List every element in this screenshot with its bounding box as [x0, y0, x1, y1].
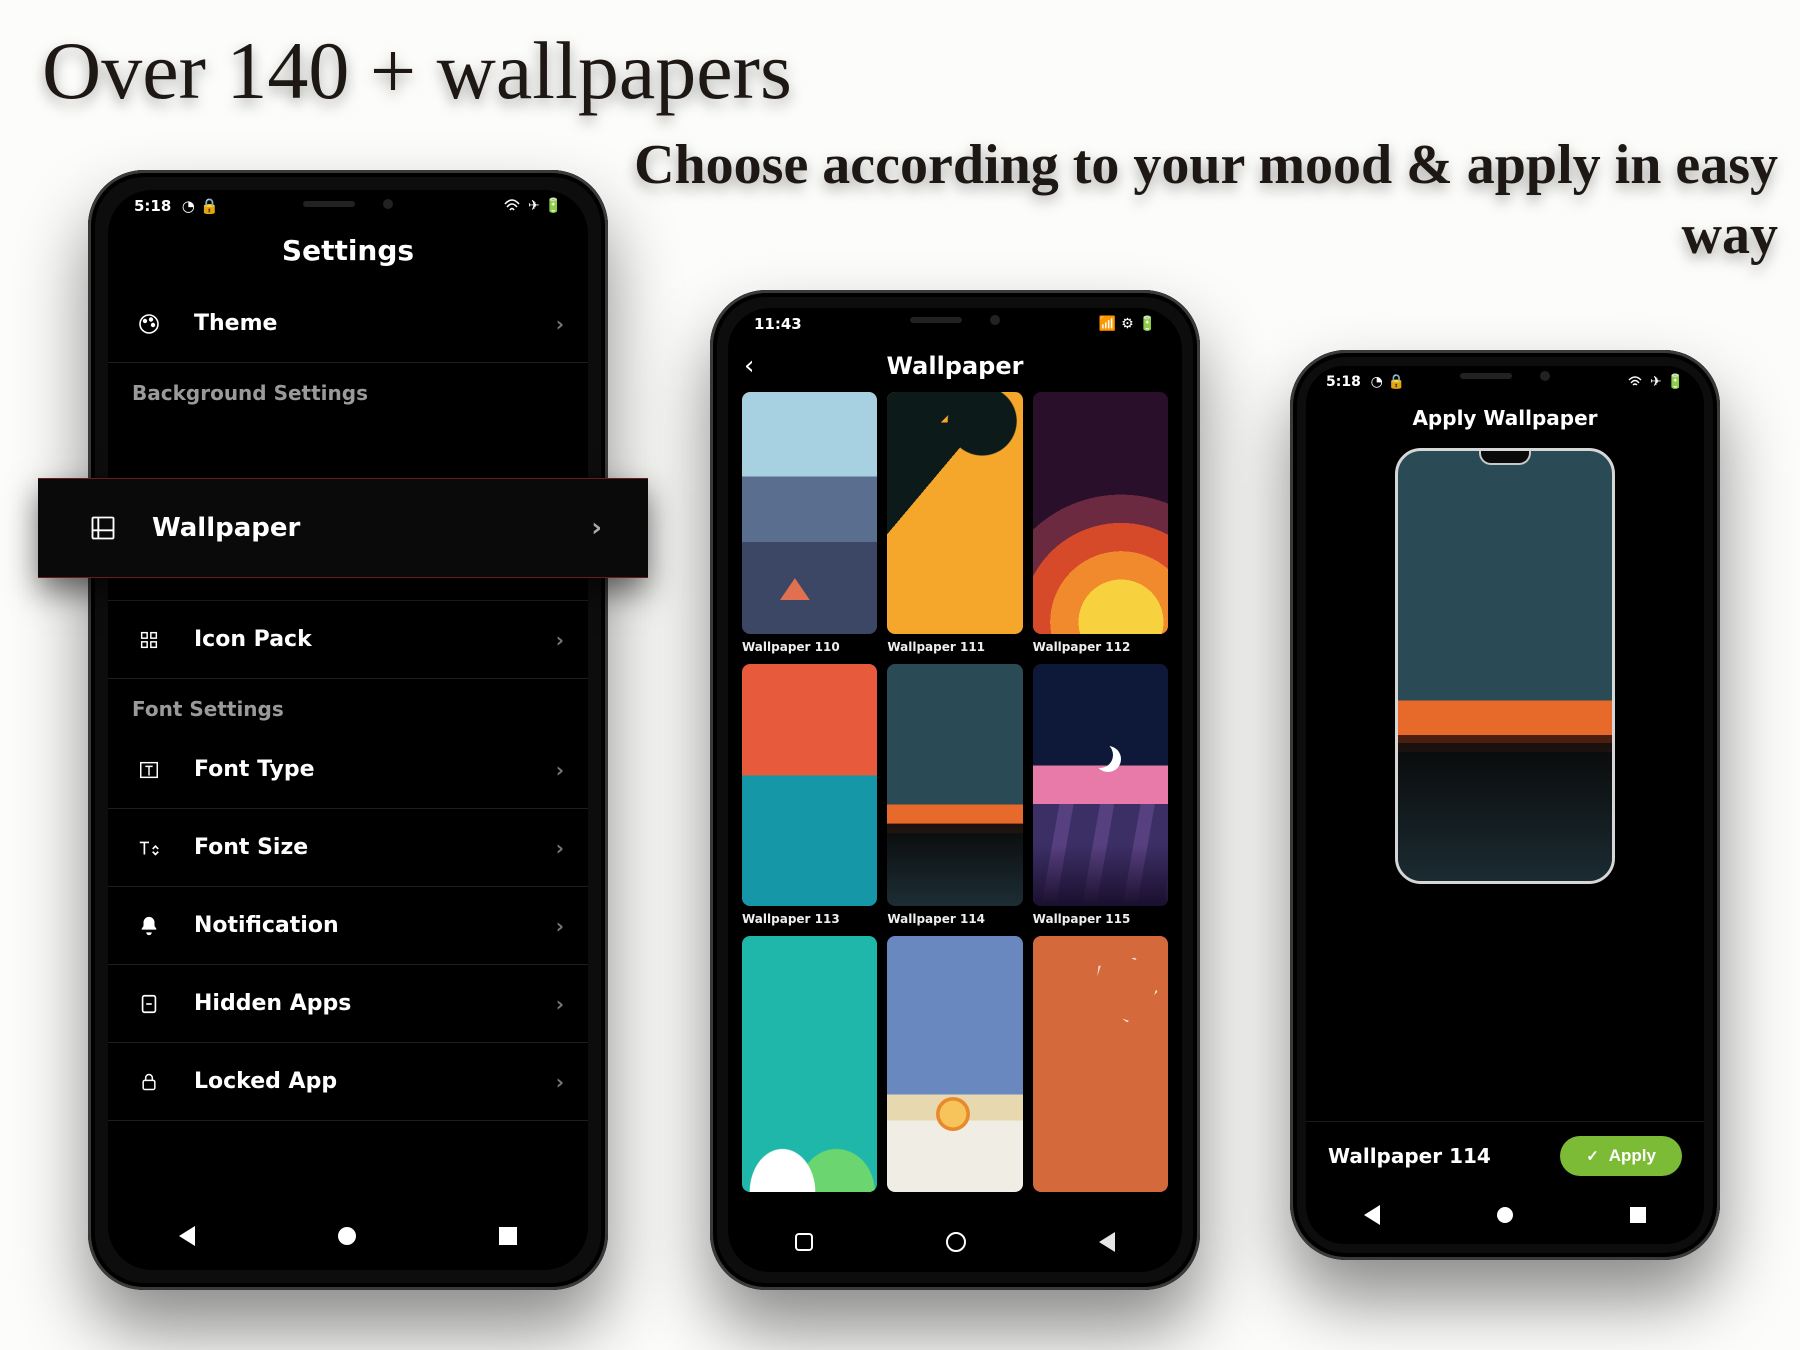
- android-navbar: [108, 1202, 588, 1270]
- wallpaper-thumb: [887, 936, 1022, 1192]
- wallpaper-thumb: [742, 392, 877, 634]
- row-wallpaper-highlighted[interactable]: Wallpaper ›: [38, 478, 648, 578]
- wallpaper-icon: [84, 514, 122, 542]
- phone-settings: 5:18 ◔ 🔒 ✈ 🔋 Settings Theme › Background…: [88, 170, 608, 1290]
- chevron-right-icon: ›: [556, 914, 564, 938]
- row-label: Notification: [194, 913, 339, 938]
- status-left-icons: ◔ 🔒: [1371, 374, 1406, 390]
- chevron-right-icon: ›: [556, 758, 564, 782]
- chevron-right-icon: ›: [556, 836, 564, 860]
- wallpaper-thumb: [742, 664, 877, 906]
- android-navbar: [728, 1212, 1182, 1272]
- nav-home-icon[interactable]: [338, 1227, 356, 1245]
- nav-back-icon[interactable]: [1364, 1205, 1380, 1225]
- wifi-icon: [1628, 376, 1642, 388]
- marketing-headline: Over 140 + wallpapers: [42, 24, 792, 118]
- android-navbar: [1306, 1186, 1704, 1244]
- page-title: Wallpaper: [744, 352, 1166, 380]
- section-background: Background Settings: [108, 363, 588, 415]
- preview-notch: [1479, 451, 1531, 465]
- wallpaper-card[interactable]: [1033, 936, 1168, 1198]
- phone-apply-wallpaper: 5:18 ◔ 🔒 ✈ 🔋 Apply Wallpaper Wallpaper 1…: [1290, 350, 1720, 1260]
- status-right-icons: ✈ 🔋: [1650, 374, 1684, 390]
- notch: [258, 190, 438, 218]
- palette-icon: [132, 312, 166, 336]
- selected-wallpaper-name: Wallpaper 114: [1328, 1144, 1491, 1168]
- row-label: Font Size: [194, 835, 308, 860]
- wallpaper-thumb: [887, 392, 1022, 634]
- chevron-right-icon: ›: [556, 1070, 564, 1094]
- wallpaper-grid: Wallpaper 110 Wallpaper 111 Wallpaper 11…: [728, 392, 1182, 1212]
- row-locked[interactable]: Locked App ›: [108, 1043, 588, 1121]
- row-theme[interactable]: Theme ›: [108, 285, 588, 363]
- wallpaper-thumb: [1033, 392, 1168, 634]
- wallpaper-card[interactable]: [887, 936, 1022, 1198]
- status-time: 11:43: [754, 315, 802, 333]
- chevron-right-icon: ›: [556, 312, 564, 336]
- nav-recents-icon[interactable]: [499, 1227, 517, 1245]
- row-label: Hidden Apps: [194, 991, 351, 1016]
- status-right-icons: 📶 ⚙ 🔋: [1099, 316, 1156, 332]
- status-time: 5:18: [134, 197, 171, 215]
- wallpaper-label: Wallpaper 110: [742, 640, 877, 654]
- row-iconpack[interactable]: Icon Pack ›: [108, 601, 588, 679]
- row-label: Font Type: [194, 757, 315, 782]
- row-label: Theme: [194, 311, 277, 336]
- wallpaper-preview: [1395, 448, 1615, 884]
- lock-icon: [132, 1071, 166, 1093]
- apply-button[interactable]: ✓ Apply: [1560, 1136, 1682, 1176]
- chevron-right-icon: ›: [556, 992, 564, 1016]
- wallpaper-card[interactable]: Wallpaper 115: [1033, 664, 1168, 926]
- page-title: Apply Wallpaper: [1306, 398, 1704, 444]
- wallpaper-thumb: [1033, 664, 1168, 906]
- wallpaper-card[interactable]: Wallpaper 113: [742, 664, 877, 926]
- notch: [880, 308, 1030, 332]
- check-icon: ✓: [1586, 1147, 1599, 1165]
- wallpaper-card[interactable]: Wallpaper 112: [1033, 392, 1168, 654]
- row-label: Wallpaper: [152, 513, 300, 543]
- nav-recents-icon[interactable]: [795, 1233, 813, 1251]
- bell-icon: [132, 915, 166, 937]
- phone-wallpaper-grid: 11:43 📶 ⚙ 🔋 ‹ Wallpaper Wallpaper 110 Wa…: [710, 290, 1200, 1290]
- wallpaper-card[interactable]: Wallpaper 111: [887, 392, 1022, 654]
- font-size-icon: [132, 837, 166, 859]
- status-left-icons: ◔ 🔒: [182, 197, 219, 215]
- settings-list: Theme › Background Settings Select from …: [108, 285, 588, 1202]
- status-time: 5:18: [1326, 374, 1361, 390]
- wallpaper-card[interactable]: Wallpaper 110: [742, 392, 877, 654]
- font-type-icon: [132, 759, 166, 781]
- apply-button-label: Apply: [1609, 1146, 1656, 1166]
- wallpaper-label: Wallpaper 113: [742, 912, 877, 926]
- hidden-icon: [132, 993, 166, 1015]
- row-label: Icon Pack: [194, 627, 312, 652]
- marketing-subline: Choose according to your mood & apply in…: [608, 130, 1778, 270]
- nav-home-icon[interactable]: [946, 1232, 966, 1252]
- row-fontsize[interactable]: Font Size ›: [108, 809, 588, 887]
- chevron-right-icon: ›: [556, 628, 564, 652]
- row-hidden[interactable]: Hidden Apps ›: [108, 965, 588, 1043]
- grid-icon: [132, 629, 166, 651]
- wallpaper-label: Wallpaper 115: [1033, 912, 1168, 926]
- wifi-icon: [504, 199, 520, 213]
- wallpaper-label: Wallpaper 112: [1033, 640, 1168, 654]
- nav-back-icon[interactable]: [179, 1226, 195, 1246]
- row-fonttype[interactable]: Font Type ›: [108, 731, 588, 809]
- nav-recents-icon[interactable]: [1630, 1207, 1646, 1223]
- status-right-icons: ✈ 🔋: [528, 198, 562, 214]
- page-title: Settings: [108, 222, 588, 285]
- nav-home-icon[interactable]: [1497, 1207, 1513, 1223]
- wallpaper-label: Wallpaper 111: [887, 640, 1022, 654]
- section-font: Font Settings: [108, 679, 588, 731]
- chevron-right-icon: ›: [591, 513, 602, 543]
- wallpaper-thumb: [887, 664, 1022, 906]
- wallpaper-thumb: [742, 936, 877, 1192]
- wallpaper-card[interactable]: [742, 936, 877, 1198]
- nav-back-icon[interactable]: [1099, 1232, 1115, 1252]
- row-label: Locked App: [194, 1069, 337, 1094]
- wallpaper-thumb: [1033, 936, 1168, 1192]
- notch: [1445, 366, 1565, 386]
- wallpaper-label: Wallpaper 114: [887, 912, 1022, 926]
- row-notification[interactable]: Notification ›: [108, 887, 588, 965]
- wallpaper-card[interactable]: Wallpaper 114: [887, 664, 1022, 926]
